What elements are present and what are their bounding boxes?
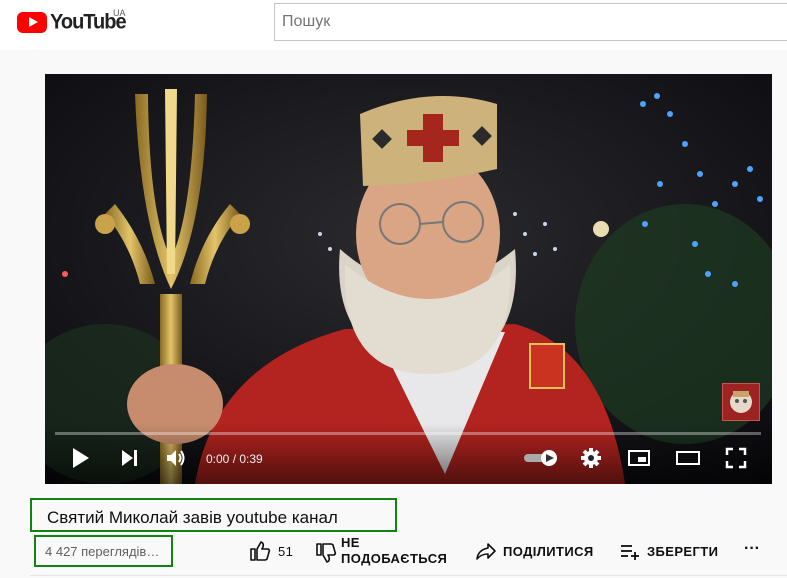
dislike-label-line2: ПОДОБАЄТЬСЯ [341,551,448,566]
views-highlight-box: 4 427 переглядів… [34,535,173,567]
thumbs-down-icon [316,543,337,563]
masthead: YouTube UA [0,0,787,50]
dislike-button[interactable]: НЕ ПОДОБАЄТЬСЯ [315,535,447,567]
save-button[interactable]: ЗБЕРЕГТИ [619,540,718,562]
channel-logo-icon [730,391,752,413]
autoplay-toggle-icon [524,450,557,466]
theater-icon [676,451,700,465]
share-label: ПОДІЛИТИСЯ [503,543,594,559]
next-button[interactable] [117,446,141,470]
theater-mode-button[interactable] [675,446,701,470]
time-display: 0:00 / 0:39 [206,452,263,466]
more-icon: ··· [744,540,760,557]
search-input[interactable] [275,4,787,40]
autoplay-toggle[interactable] [523,446,559,470]
progress-bar[interactable] [55,432,761,435]
video-frame [45,74,772,484]
divider [30,575,787,576]
thumbs-up-icon [250,541,271,561]
region-code: UA [113,8,126,18]
like-count: 51 [278,543,294,559]
miniplayer-button[interactable] [627,446,651,470]
view-count[interactable]: 4 427 переглядів… [45,544,159,559]
fullscreen-icon [725,447,747,469]
like-button[interactable]: 51 [249,540,293,562]
save-label: ЗБЕРЕГТИ [647,543,719,559]
share-button[interactable]: ПОДІЛИТИСЯ [475,540,594,562]
play-button[interactable] [69,446,93,470]
video-player[interactable]: 0:00 / 0:39 [45,74,772,484]
playlist-add-icon [621,545,639,560]
youtube-play-icon [17,12,47,33]
video-title: Святий Миколай завів youtube канал [47,508,338,527]
share-icon [476,543,496,560]
volume-button[interactable] [163,446,189,470]
next-icon [122,450,137,466]
play-icon [73,448,89,468]
miniplayer-icon [628,450,650,466]
search-box[interactable] [274,3,787,41]
dislike-label-line1: НЕ [341,535,360,550]
title-highlight-box: Святий Миколай завів youtube канал [30,498,397,532]
fullscreen-button[interactable] [724,446,748,470]
more-actions-button[interactable]: ··· [744,540,760,558]
youtube-logo[interactable]: YouTube [17,10,127,34]
channel-watermark[interactable] [722,383,760,421]
gear-icon [581,448,601,468]
settings-button[interactable] [579,446,603,470]
volume-icon [167,450,185,466]
